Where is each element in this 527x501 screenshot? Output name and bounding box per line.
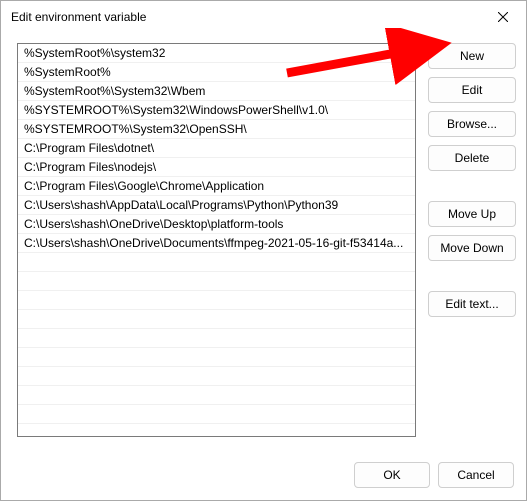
title-bar: Edit environment variable xyxy=(1,1,526,33)
close-button[interactable] xyxy=(480,1,526,33)
new-button[interactable]: New xyxy=(428,43,516,69)
edit-text-button[interactable]: Edit text... xyxy=(428,291,516,317)
move-down-button[interactable]: Move Down xyxy=(428,235,516,261)
ok-button[interactable]: OK xyxy=(354,462,430,488)
list-item[interactable]: %SystemRoot%\system32 xyxy=(18,44,415,63)
browse-button[interactable]: Browse... xyxy=(428,111,516,137)
list-item[interactable] xyxy=(18,405,415,424)
button-gap xyxy=(428,269,516,291)
list-item[interactable]: C:\Users\shash\AppData\Local\Programs\Py… xyxy=(18,196,415,215)
window-title: Edit environment variable xyxy=(11,10,480,24)
list-item[interactable] xyxy=(18,424,415,437)
list-item[interactable] xyxy=(18,272,415,291)
list-item[interactable]: %SYSTEMROOT%\System32\WindowsPowerShell\… xyxy=(18,101,415,120)
button-gap xyxy=(428,179,516,201)
list-item[interactable]: C:\Program Files\nodejs\ xyxy=(18,158,415,177)
dialog-window: Edit environment variable %SystemRoot%\s… xyxy=(0,0,527,501)
list-item[interactable] xyxy=(18,253,415,272)
list-item[interactable]: %SYSTEMROOT%\System32\OpenSSH\ xyxy=(18,120,415,139)
side-button-group: New Edit Browse... Delete Move Up Move D… xyxy=(428,43,516,452)
edit-button[interactable]: Edit xyxy=(428,77,516,103)
list-item[interactable]: C:\Users\shash\OneDrive\Documents\ffmpeg… xyxy=(18,234,415,253)
delete-button[interactable]: Delete xyxy=(428,145,516,171)
list-item[interactable] xyxy=(18,329,415,348)
list-item[interactable]: C:\Program Files\Google\Chrome\Applicati… xyxy=(18,177,415,196)
list-item[interactable] xyxy=(18,386,415,405)
list-item[interactable]: C:\Program Files\dotnet\ xyxy=(18,139,415,158)
path-listbox[interactable]: %SystemRoot%\system32 %SystemRoot% %Syst… xyxy=(17,43,416,437)
cancel-button[interactable]: Cancel xyxy=(438,462,514,488)
list-item[interactable] xyxy=(18,367,415,386)
list-item[interactable]: %SystemRoot% xyxy=(18,63,415,82)
dialog-content: %SystemRoot%\system32 %SystemRoot% %Syst… xyxy=(1,33,526,452)
list-item[interactable] xyxy=(18,348,415,367)
move-up-button[interactable]: Move Up xyxy=(428,201,516,227)
dialog-footer: OK Cancel xyxy=(1,452,526,500)
list-item[interactable] xyxy=(18,291,415,310)
list-item[interactable]: %SystemRoot%\System32\Wbem xyxy=(18,82,415,101)
list-item[interactable] xyxy=(18,310,415,329)
list-item[interactable]: C:\Users\shash\OneDrive\Desktop\platform… xyxy=(18,215,415,234)
close-icon xyxy=(498,12,508,22)
